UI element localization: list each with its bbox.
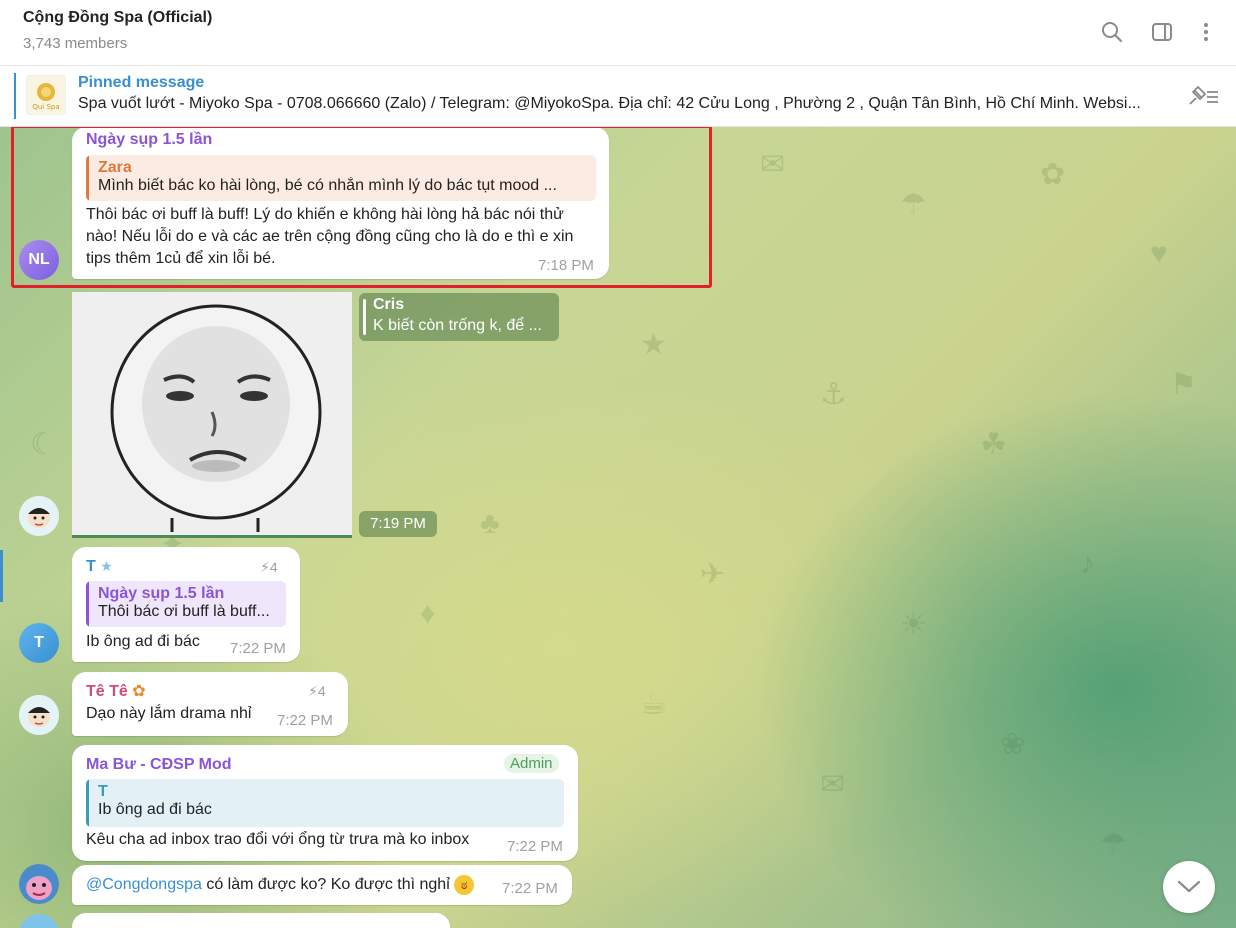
- message-time: 7:19 PM: [359, 511, 437, 537]
- message-bubble[interactable]: @Congdongspa có làm được ko? Ko được thì…: [72, 865, 572, 905]
- avatar[interactable]: T: [19, 623, 59, 663]
- svg-text:Qui Spa: Qui Spa: [32, 103, 59, 111]
- reply-sender: T: [98, 783, 108, 800]
- reply-sender: Cris: [373, 296, 405, 313]
- lightning-icon: ⚡: [260, 559, 270, 575]
- doodle-icon: ✉: [820, 768, 846, 801]
- sender-label: Tê Tê: [86, 683, 128, 700]
- crying-face-sticker: [110, 304, 322, 532]
- message-body: có làm được ko? Ko được thì nghỉ: [201, 876, 450, 893]
- mention-link[interactable]: @Congdongspa: [86, 876, 202, 893]
- chat-title[interactable]: Cộng Đồng Spa (Official): [23, 9, 212, 27]
- sidebar-toggle-icon[interactable]: [1148, 18, 1176, 46]
- message-time: 7:22 PM: [507, 838, 563, 855]
- pinned-thumbnail: Qui Spa: [26, 75, 66, 115]
- message-time: 7:22 PM: [277, 712, 333, 729]
- message-text: @Congdongspa có làm được ko? Ko được thì…: [86, 874, 475, 896]
- reply-sender: Ngày sụp 1.5 lần: [98, 585, 225, 602]
- pinned-message-bar[interactable]: Qui Spa Pinned message Spa vuốt lướt - M…: [0, 66, 1236, 127]
- chat-history[interactable]: ✉ ☂ ✿ ♥ ★ ⚓ ☘ ♣ ✈ ☀ ♪ ☕ ✉ ❀ ☂ ♦ ✦ ☾ ⚑ NL…: [0, 127, 1236, 928]
- chevron-down-icon: [1177, 880, 1201, 893]
- avatar[interactable]: [19, 695, 59, 735]
- reply-text: Thôi bác ơi buff là buff...: [98, 603, 270, 620]
- reply-bar: [86, 581, 89, 627]
- reply-bar: [86, 155, 89, 201]
- pinned-title: Pinned message: [78, 74, 205, 91]
- sticker[interactable]: [72, 292, 352, 538]
- angry-emoji-icon: ಠ: [454, 874, 475, 895]
- sticker-reply-quote[interactable]: Cris K biết còn trống k, để ...: [359, 293, 559, 341]
- message-bubble[interactable]: [72, 913, 450, 928]
- reply-quote[interactable]: .r0::before{background:#e07a3a;} Zara Mì…: [86, 155, 596, 201]
- scroll-position-indicator: [0, 550, 3, 602]
- message-text: Ib ông ad đi bác: [86, 633, 200, 650]
- sender-name[interactable]: T ★: [86, 558, 113, 576]
- sender-name[interactable]: Ngày sụp 1.5 lần: [86, 131, 212, 149]
- boost-value: 4: [269, 559, 278, 575]
- message-bubble[interactable]: Ma Bư - CĐSP Mod Admin T Ib ông ad đi bá…: [72, 745, 578, 861]
- message-time: 7:18 PM: [538, 257, 594, 274]
- star-icon: ★: [100, 558, 113, 574]
- reply-text: Ib ông ad đi bác: [98, 801, 212, 818]
- doodle-icon: ★: [640, 328, 667, 361]
- scroll-to-bottom-button[interactable]: [1163, 861, 1215, 913]
- doodle-icon: ♪: [1080, 547, 1095, 580]
- doodle-icon: ☂: [1100, 828, 1127, 861]
- message-text: Thôi bác ơi buff là buff! Lý do khiến e …: [86, 206, 574, 267]
- pin-list-icon[interactable]: [1186, 84, 1220, 108]
- doodle-icon: ☾: [30, 428, 57, 461]
- reply-text: K biết còn trống k, để ...: [373, 317, 542, 334]
- doodle-icon: ☀: [900, 608, 927, 641]
- reply-quote[interactable]: Ngày sụp 1.5 lần Thôi bác ơi buff là buf…: [86, 581, 286, 627]
- reply-bar: [86, 779, 89, 827]
- pinned-text: Spa vuốt lướt - Miyoko Spa - 0708.066660…: [78, 95, 1141, 112]
- lightning-icon: ⚡: [308, 683, 318, 699]
- message-text: Dạo này lắm drama nhỉ: [86, 705, 252, 722]
- reply-sender: Zara: [98, 159, 132, 176]
- doodle-icon: ☂: [900, 188, 927, 221]
- member-count: 3,743 members: [23, 35, 128, 52]
- reply-text: Mình biết bác ko hài lòng, bé có nhắn mì…: [98, 177, 557, 194]
- avatar[interactable]: [19, 496, 59, 536]
- more-vertical-icon[interactable]: [1192, 18, 1220, 46]
- doodle-icon: ⚓: [820, 378, 847, 411]
- avatar[interactable]: [19, 914, 59, 928]
- doodle-icon: ♣: [480, 507, 500, 540]
- sender-name[interactable]: Ma Bư - CĐSP Mod: [86, 756, 232, 774]
- pinned-indicator: [14, 73, 16, 119]
- doodle-icon: ✉: [760, 148, 786, 181]
- message-bubble[interactable]: T ★ ⚡4 Ngày sụp 1.5 lần Thôi bác ơi buff…: [72, 547, 300, 662]
- message-text: Kêu cha ad inbox trao đổi với ổng từ trư…: [86, 831, 470, 848]
- doodle-icon: ✈: [700, 558, 726, 591]
- boost-value: 4: [317, 683, 326, 699]
- message-time: 7:22 PM: [230, 640, 286, 657]
- message-bubble[interactable]: Tê Tê ✿ ⚡4 Dạo này lắm drama nhỉ 7:22 PM: [72, 672, 348, 736]
- sender-name[interactable]: Tê Tê ✿: [86, 681, 146, 701]
- doodle-icon: ♥: [1150, 237, 1168, 270]
- avatar[interactable]: NL: [19, 240, 59, 280]
- doodle-icon: ✿: [1040, 158, 1066, 191]
- sender-label: T: [86, 558, 96, 575]
- message-bubble[interactable]: Ngày sụp 1.5 lần .r0::before{background:…: [72, 127, 609, 279]
- boost-count: ⚡4: [260, 559, 278, 576]
- chat-header: Cộng Đồng Spa (Official) 3,743 members: [0, 0, 1236, 66]
- doodle-icon: ☕: [640, 688, 667, 721]
- message-time: 7:22 PM: [502, 880, 558, 897]
- doodle-icon: ⚑: [1170, 368, 1197, 401]
- search-icon[interactable]: [1098, 18, 1126, 46]
- doodle-icon: ♦: [420, 597, 436, 630]
- avatar[interactable]: [19, 864, 59, 904]
- reply-bar: [363, 299, 366, 335]
- admin-badge: Admin: [504, 754, 559, 773]
- doodle-icon: ❀: [1000, 728, 1026, 761]
- doodle-icon: ☘: [980, 428, 1007, 461]
- reply-quote[interactable]: T Ib ông ad đi bác: [86, 779, 564, 827]
- emoji-status-icon: ✿: [132, 683, 146, 700]
- boost-count: ⚡4: [308, 683, 326, 700]
